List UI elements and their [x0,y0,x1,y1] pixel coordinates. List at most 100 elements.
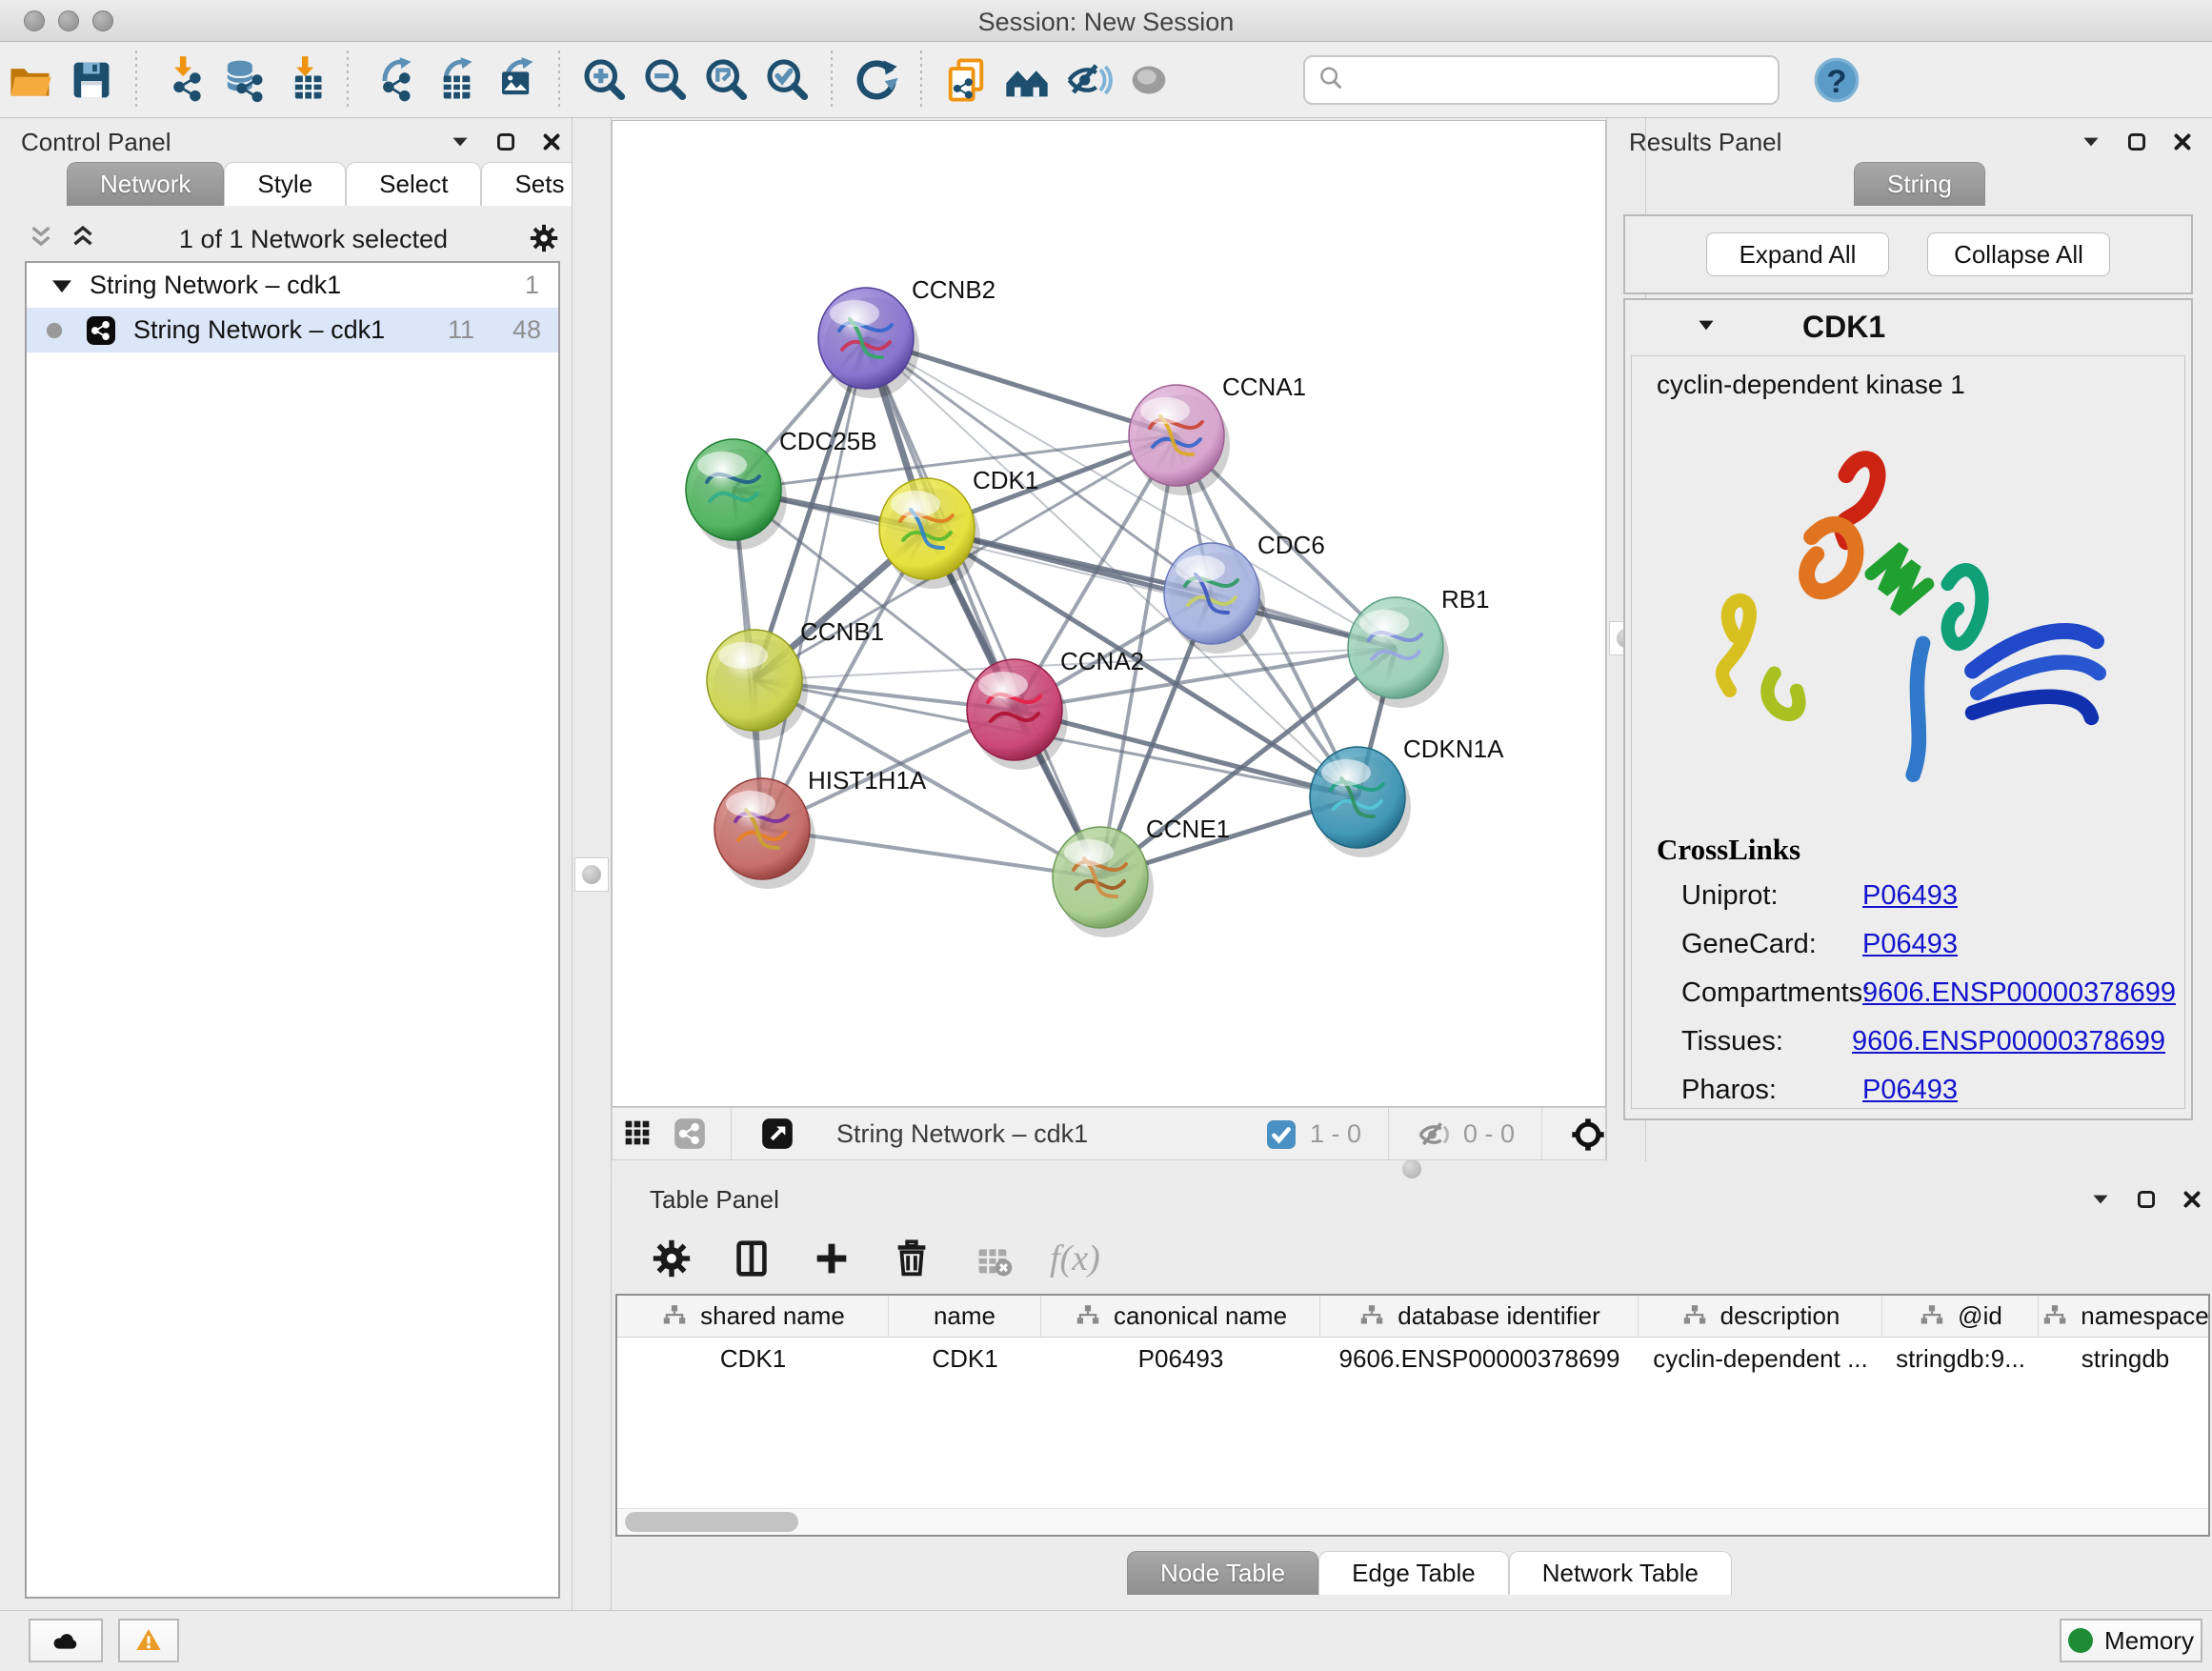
show-all-button[interactable] [1118,51,1179,109]
warnings-button[interactable] [118,1619,179,1662]
first-neighbors-button[interactable] [996,51,1057,109]
column-header-description[interactable]: description [1639,1296,1882,1337]
left-splitter[interactable] [572,118,612,1610]
crosslink-link[interactable]: P06493 [1862,880,1958,912]
crosslink-link[interactable]: 9606.ENSP00000378699 [1852,1026,2165,1057]
network-tree-item[interactable]: String Network – cdk1 11 48 [27,308,558,352]
network-node-cdkn1a[interactable] [1310,747,1411,857]
tab-edge-table[interactable]: Edge Table [1318,1551,1509,1595]
column-header-database-identifier[interactable]: database identifier [1320,1296,1639,1337]
import-table-file-button[interactable] [272,51,333,109]
refresh-button[interactable] [846,51,907,109]
node-label: CDC25B [779,427,877,455]
crosshair-icon[interactable] [1569,1116,1605,1152]
export-table-button[interactable] [423,51,484,109]
column-header-canonical-name[interactable]: canonical name [1041,1296,1320,1337]
collapse-all-icon[interactable] [25,221,57,258]
panel-menu-icon[interactable] [2079,130,2103,154]
column-header--id[interactable]: @id [1882,1296,2039,1337]
table-horizontal-scrollbar[interactable] [617,1508,2208,1535]
add-column-icon[interactable] [810,1237,854,1280]
network-node-ccna1[interactable] [1129,385,1230,495]
show-columns-icon[interactable] [730,1237,774,1280]
zoom-selected-button[interactable] [756,51,817,109]
expand-all-button[interactable]: Expand All [1706,232,1889,276]
column-header-shared-name[interactable]: shared name [617,1296,889,1337]
control-panel-tabs: NetworkStyleSelectSets [67,162,597,206]
panel-float-icon[interactable] [493,130,518,154]
crosslink-link[interactable]: P06493 [1862,929,1958,960]
grid-view-icon[interactable] [613,1105,664,1162]
tree-options-gear-icon[interactable] [528,222,562,256]
panel-close-icon[interactable] [2180,1187,2204,1212]
panel-menu-icon[interactable] [2088,1187,2113,1212]
disclosure-triangle-icon[interactable] [1694,312,1722,341]
open-session-button[interactable] [0,51,61,109]
cell--id[interactable]: stringdb:9... [1882,1338,2039,1379]
export-network-button[interactable] [362,51,423,109]
cell-canonical-name[interactable]: P06493 [1041,1338,1320,1379]
open-in-window-button[interactable] [747,1105,808,1162]
hidden-eye-icon[interactable] [1416,1116,1452,1152]
memory-button[interactable]: Memory [2060,1619,2202,1662]
tab-network-table[interactable]: Network Table [1509,1551,1732,1595]
network-node-ccnb2[interactable] [818,288,919,398]
hide-selection-button[interactable] [1057,51,1118,109]
panel-close-icon[interactable] [2170,130,2195,154]
crosslink-link[interactable]: P06493 [1862,1075,1958,1106]
cell-namespace[interactable]: stringdb [2039,1338,2210,1379]
panel-float-icon[interactable] [2124,130,2149,154]
network-node-cdc25b[interactable] [686,439,787,550]
network-node-hist1h1a[interactable] [714,778,815,889]
cell-description[interactable]: cyclin-dependent ... [1639,1338,1882,1379]
panel-menu-icon[interactable] [448,130,473,154]
share-view-icon[interactable] [664,1105,715,1162]
expand-all-icon[interactable] [67,221,99,258]
crosslink-link[interactable]: 9606.ENSP00000378699 [1862,977,2176,1009]
table-row[interactable]: CDK1CDK1P064939606.ENSP00000378699cyclin… [617,1338,2208,1379]
zoom-in-button[interactable] [573,51,634,109]
network-node-rb1[interactable] [1348,597,1449,708]
left-splitter-handle[interactable] [574,857,609,892]
toolbar-separator [347,50,349,110]
import-network-database-button[interactable] [211,51,272,109]
tab-network[interactable]: Network [67,162,224,206]
search-field[interactable] [1303,55,1780,105]
column-header-namespace[interactable]: namespace [2039,1296,2210,1337]
panel-close-icon[interactable] [539,130,564,154]
tab-select[interactable]: Select [346,162,481,206]
network-node-cdc6[interactable] [1164,543,1265,654]
tab-node-table[interactable]: Node Table [1127,1551,1318,1595]
save-session-button[interactable] [61,51,122,109]
import-network-file-button[interactable] [151,51,211,109]
collapse-triangle-icon[interactable] [46,270,78,302]
selected-checkbox-icon[interactable] [1262,1116,1298,1152]
network-node-ccna2[interactable] [967,659,1068,770]
horizontal-splitter[interactable] [612,1161,2212,1178]
clone-network-button[interactable] [935,51,996,109]
cell-name[interactable]: CDK1 [889,1338,1041,1379]
delete-column-icon[interactable] [890,1237,934,1280]
network-node-cdk1[interactable] [879,478,980,589]
search-input[interactable] [1345,59,1778,101]
network-canvas[interactable]: CCNB2CCNA1CDC25BCDK1CDC6RB1CCNB1CCNA2CDK… [612,120,1606,1107]
gene-section-header[interactable]: CDK1 [1625,300,2191,353]
tab-style[interactable]: Style [224,162,346,206]
node-table[interactable]: shared namename canonical name database … [615,1294,2210,1537]
collapse-all-button[interactable]: Collapse All [1927,232,2110,276]
zoom-out-button[interactable] [634,51,695,109]
export-image-button[interactable] [484,51,545,109]
table-settings-gear-icon[interactable] [650,1237,694,1280]
panel-float-icon[interactable] [2134,1187,2159,1212]
scrollbar-thumb[interactable] [625,1512,798,1532]
memory-label: Memory [2104,1626,2194,1656]
cloud-status-button[interactable] [29,1619,103,1662]
network-tree-item[interactable]: String Network – cdk1 1 [27,263,558,308]
help-button[interactable]: ? [1806,51,1867,109]
network-node-ccne1[interactable] [1053,827,1154,937]
zoom-fit-button[interactable] [695,51,756,109]
cell-shared-name[interactable]: CDK1 [617,1338,889,1379]
column-header-name[interactable]: name [889,1296,1041,1337]
cell-database-identifier[interactable]: 9606.ENSP00000378699 [1320,1338,1639,1379]
tab-string[interactable]: String [1854,162,1985,206]
